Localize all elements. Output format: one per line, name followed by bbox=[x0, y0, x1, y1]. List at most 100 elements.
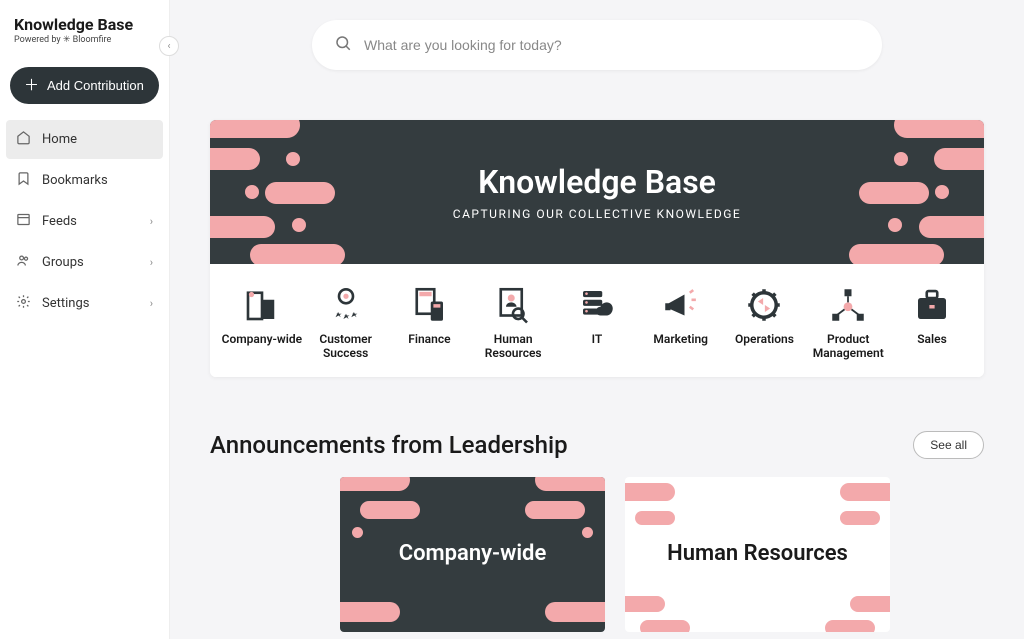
person-stars-icon bbox=[325, 284, 367, 326]
sidebar-item-settings[interactable]: Settings › bbox=[6, 284, 163, 323]
building-icon bbox=[241, 284, 283, 326]
decor-blob bbox=[894, 120, 984, 138]
decor-blob bbox=[840, 511, 880, 525]
brand-subtitle: Powered by ✳ Bloomfire bbox=[14, 35, 155, 45]
category-product-management[interactable]: Product Management bbox=[807, 284, 889, 361]
decor-blob bbox=[265, 182, 335, 204]
brand-area: Knowledge Base Powered by ✳ Bloomfire bbox=[0, 10, 169, 55]
nodes-icon bbox=[827, 284, 869, 326]
chevron-right-icon: › bbox=[150, 256, 153, 269]
see-all-button[interactable]: See all bbox=[913, 431, 984, 459]
feed-icon bbox=[16, 212, 32, 231]
category-label: Finance bbox=[408, 332, 450, 346]
decor-blob bbox=[825, 620, 875, 632]
decor-blob bbox=[840, 483, 890, 501]
sidebar-collapse-toggle[interactable]: ‹ bbox=[159, 36, 179, 56]
decor-blob bbox=[210, 120, 300, 138]
sidebar-item-feeds[interactable]: Feeds › bbox=[6, 202, 163, 241]
announcement-card-human-resources[interactable]: Human Resources bbox=[625, 477, 890, 632]
decor-dot bbox=[352, 527, 363, 538]
decor-blob bbox=[850, 596, 890, 612]
search-input[interactable] bbox=[364, 37, 860, 53]
bookmark-icon bbox=[16, 171, 32, 190]
category-human-resources[interactable]: Human Resources bbox=[472, 284, 554, 361]
search-row bbox=[170, 0, 1024, 80]
calculator-icon bbox=[408, 284, 450, 326]
category-marketing[interactable]: Marketing bbox=[640, 284, 722, 361]
category-customer-success[interactable]: Customer Success bbox=[305, 284, 387, 361]
sidebar-item-label: Home bbox=[42, 132, 77, 147]
sidebar-item-label: Feeds bbox=[42, 214, 77, 229]
decor-blob bbox=[535, 477, 605, 491]
decor-blob bbox=[250, 244, 345, 264]
decor-dot bbox=[888, 218, 902, 232]
decor-blob bbox=[640, 620, 690, 632]
announcement-title: Human Resources bbox=[667, 542, 848, 566]
decor-blob bbox=[340, 602, 400, 622]
decor-dot bbox=[245, 185, 259, 199]
home-icon bbox=[16, 130, 32, 149]
sidebar-item-label: Settings bbox=[42, 296, 89, 311]
decor-blob bbox=[849, 244, 944, 264]
category-label: Customer Success bbox=[305, 332, 387, 361]
decor-blob bbox=[210, 216, 275, 238]
decor-dot bbox=[582, 527, 593, 538]
content-area: Knowledge Base CAPTURING OUR COLLECTIVE … bbox=[170, 80, 1024, 632]
search-box[interactable] bbox=[312, 20, 882, 70]
category-label: Operations bbox=[735, 332, 794, 346]
category-operations[interactable]: Operations bbox=[723, 284, 805, 361]
hero-card: Knowledge Base CAPTURING OUR COLLECTIVE … bbox=[210, 120, 984, 377]
plus-icon: ＋ bbox=[24, 78, 39, 93]
search-icon bbox=[334, 34, 352, 56]
hero-banner: Knowledge Base CAPTURING OUR COLLECTIVE … bbox=[210, 120, 984, 264]
announcements-header: Announcements from Leadership See all bbox=[210, 431, 984, 459]
decor-blob bbox=[625, 483, 675, 501]
add-contribution-button[interactable]: ＋ Add Contribution bbox=[10, 67, 159, 104]
announcement-card-company-wide[interactable]: Company-wide bbox=[340, 477, 605, 632]
decor-blob bbox=[934, 148, 984, 170]
chevron-right-icon: › bbox=[150, 297, 153, 310]
category-finance[interactable]: Finance bbox=[388, 284, 470, 361]
decor-blob bbox=[919, 216, 984, 238]
groups-icon bbox=[16, 253, 32, 272]
sidebar-item-home[interactable]: Home bbox=[6, 120, 163, 159]
decor-blob bbox=[625, 596, 665, 612]
category-label: IT bbox=[592, 332, 603, 346]
category-label: Marketing bbox=[653, 332, 708, 346]
chevron-right-icon: › bbox=[150, 215, 153, 228]
category-sales[interactable]: Sales bbox=[891, 284, 973, 361]
decor-blob bbox=[360, 501, 420, 519]
decor-dot bbox=[292, 218, 306, 232]
decor-dot bbox=[894, 152, 908, 166]
announcement-title: Company-wide bbox=[399, 542, 547, 566]
decor-blob bbox=[545, 602, 605, 622]
decor-blob bbox=[635, 511, 675, 525]
server-cloud-icon bbox=[576, 284, 618, 326]
main-content: Knowledge Base CAPTURING OUR COLLECTIVE … bbox=[170, 0, 1024, 639]
category-company-wide[interactable]: Company-wide bbox=[221, 284, 303, 361]
decor-dot bbox=[286, 152, 300, 166]
categories-row: Company-wide Customer Success Finance bbox=[210, 264, 984, 377]
person-search-icon bbox=[492, 284, 534, 326]
category-label: Company-wide bbox=[222, 332, 303, 346]
sidebar-item-label: Groups bbox=[42, 255, 84, 270]
category-it[interactable]: IT bbox=[556, 284, 638, 361]
category-label: Sales bbox=[917, 332, 947, 346]
decor-blob bbox=[340, 477, 410, 491]
settings-icon bbox=[16, 294, 32, 313]
decor-dot bbox=[935, 185, 949, 199]
sidebar: Knowledge Base Powered by ✳ Bloomfire ‹ … bbox=[0, 0, 170, 639]
announcements-list: Company-wide Human Resources bbox=[210, 477, 984, 632]
add-contribution-label: Add Contribution bbox=[47, 78, 144, 93]
decor-blob bbox=[859, 182, 929, 204]
sidebar-item-label: Bookmarks bbox=[42, 173, 108, 188]
announcements-title: Announcements from Leadership bbox=[210, 431, 568, 459]
decor-blob bbox=[210, 148, 260, 170]
hero-title: Knowledge Base bbox=[478, 163, 716, 201]
sidebar-item-bookmarks[interactable]: Bookmarks bbox=[6, 161, 163, 200]
decor-blob bbox=[525, 501, 585, 519]
sidebar-nav: Home Bookmarks Feeds › Groups › bbox=[0, 120, 169, 325]
sidebar-item-groups[interactable]: Groups › bbox=[6, 243, 163, 282]
category-label: Human Resources bbox=[472, 332, 554, 361]
briefcase-icon bbox=[911, 284, 953, 326]
